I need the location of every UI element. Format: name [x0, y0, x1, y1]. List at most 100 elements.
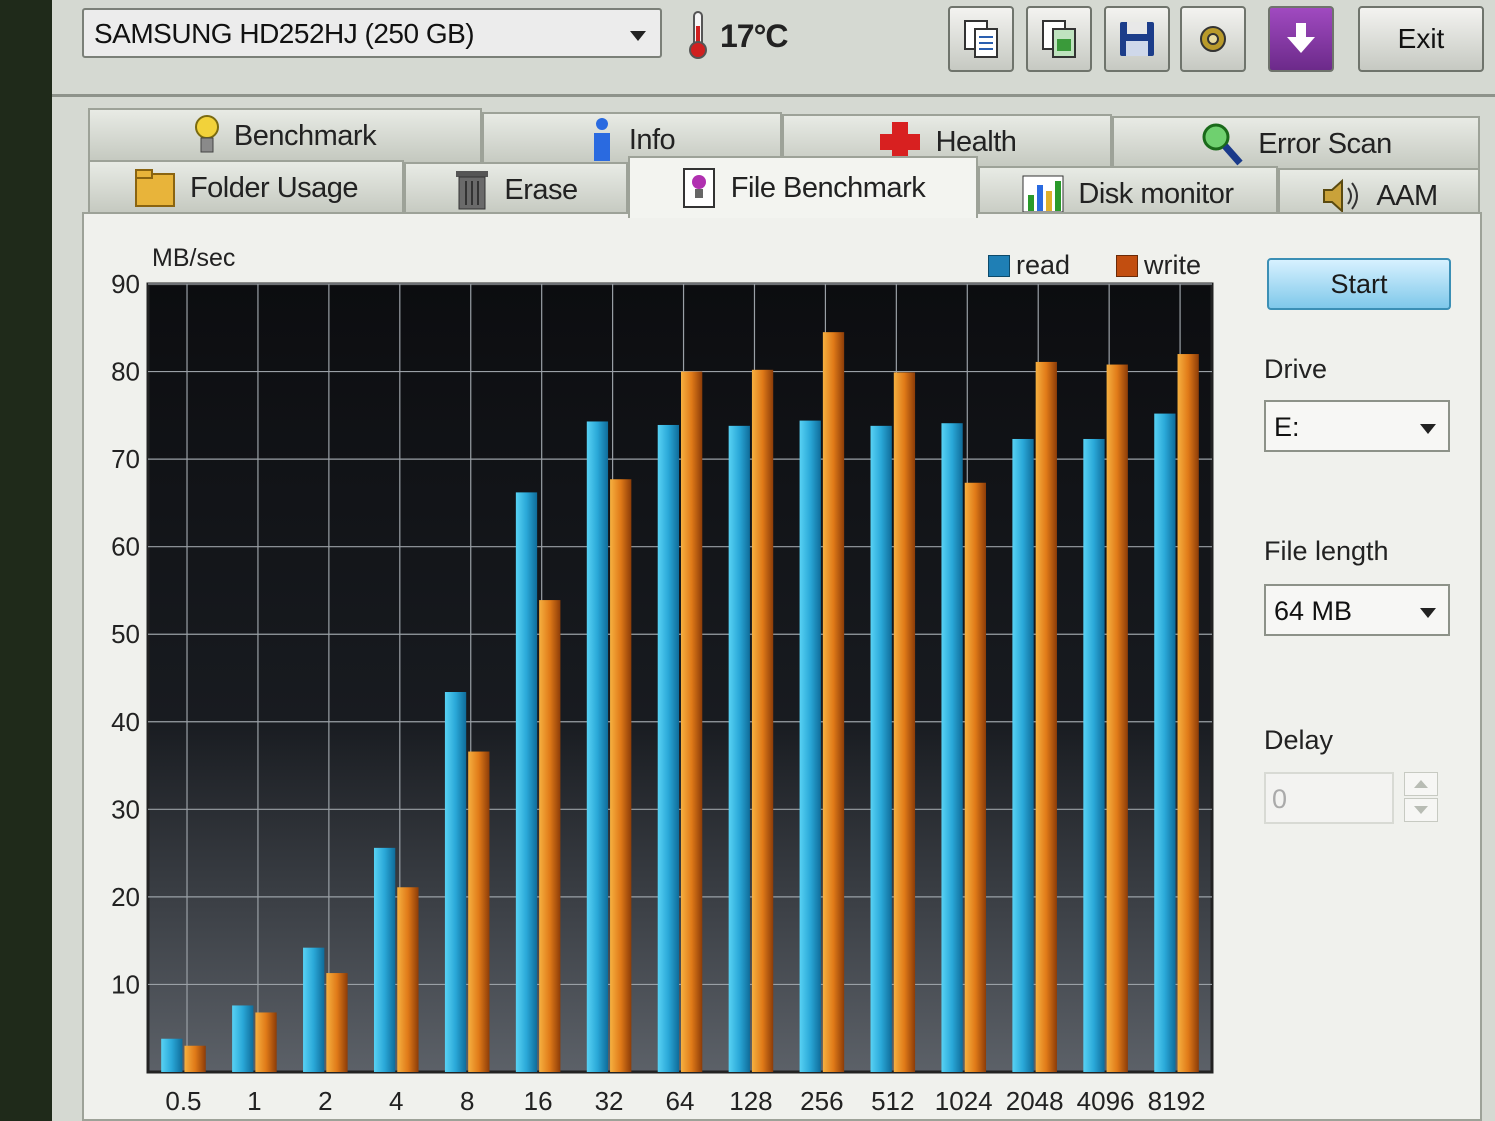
delay-decrement-button[interactable] — [1404, 798, 1438, 822]
y-tick-label: 20 — [111, 882, 140, 912]
speaker-icon — [1320, 177, 1362, 215]
toolbar-divider — [52, 94, 1495, 97]
file-length-label: File length — [1264, 536, 1389, 566]
chevron-down-icon — [1414, 806, 1428, 814]
x-tick-label: 4096 — [1077, 1086, 1135, 1116]
x-tick-label: 512 — [871, 1086, 914, 1116]
copy-text-button[interactable] — [948, 6, 1014, 72]
x-tick-label: 4 — [389, 1086, 403, 1116]
copy-screenshot-button[interactable] — [1026, 6, 1092, 72]
tab-label: Error Scan — [1258, 127, 1392, 160]
bar-read — [161, 1038, 183, 1072]
download-button[interactable] — [1268, 6, 1334, 72]
arrow-down-icon — [1287, 23, 1315, 53]
chevron-down-icon — [630, 31, 646, 41]
x-tick-label: 128 — [729, 1086, 772, 1116]
y-tick-label: 90 — [111, 269, 140, 299]
bar-read — [1012, 438, 1034, 1072]
bar-read — [941, 423, 963, 1072]
bar-read — [799, 420, 821, 1072]
bar-chart-icon — [1022, 175, 1064, 213]
x-tick-label: 8192 — [1148, 1086, 1206, 1116]
drive-label: Drive — [1264, 354, 1328, 384]
tab-erase[interactable]: Erase — [404, 162, 628, 216]
bar-write — [539, 600, 561, 1072]
benchmark-chart: 10 20 30 40 50 60 70 80 90 0.5 1 2 4 8 16 32 64 128 256 512… — [111, 269, 1214, 1116]
tab-benchmark[interactable]: Benchmark — [88, 108, 482, 162]
thermometer-icon — [684, 10, 712, 65]
y-tick-label: 40 — [111, 707, 140, 737]
chevron-up-icon — [1414, 780, 1428, 788]
bar-read — [728, 425, 750, 1073]
temperature-readout: 17°C — [720, 18, 788, 54]
chevron-down-icon — [1420, 608, 1436, 618]
app-window: SAMSUNG HD252HJ (250 GB) 17°C Exit Bench… — [52, 0, 1495, 1121]
x-tick-label: 2 — [318, 1086, 332, 1116]
y-tick-label: 10 — [111, 969, 140, 999]
bar-read — [232, 1005, 254, 1072]
exit-button[interactable]: Exit — [1358, 6, 1484, 72]
x-tick-label: 64 — [666, 1086, 695, 1116]
x-tick-label: 2048 — [1006, 1086, 1064, 1116]
start-button[interactable]: Start — [1267, 258, 1451, 310]
bar-write — [1177, 354, 1199, 1072]
tab-error-scan[interactable]: Error Scan — [1112, 116, 1480, 170]
x-tick-label: 16 — [524, 1086, 553, 1116]
file-length-combo[interactable]: 64 MB — [1264, 584, 1450, 636]
bar-read — [1083, 438, 1105, 1072]
info-icon — [589, 117, 615, 163]
bar-read — [657, 424, 679, 1072]
x-tick-label: 1 — [247, 1086, 261, 1116]
options-button[interactable] — [1180, 6, 1246, 72]
x-tick-label: 256 — [800, 1086, 843, 1116]
magnifier-icon — [1200, 121, 1244, 167]
tab-folder-usage[interactable]: Folder Usage — [88, 160, 404, 214]
bar-write — [1035, 361, 1057, 1072]
bar-write — [893, 372, 916, 1072]
drive-select-value: SAMSUNG HD252HJ (250 GB) — [94, 18, 475, 49]
delay-label: Delay — [1264, 725, 1334, 755]
x-tick-label: 32 — [595, 1086, 624, 1116]
tab-label: Disk monitor — [1078, 177, 1234, 210]
tab-label: Erase — [504, 173, 578, 206]
bar-write — [751, 369, 774, 1072]
drive-select[interactable]: SAMSUNG HD252HJ (250 GB) — [82, 8, 662, 58]
copy-screenshot-icon — [1042, 20, 1076, 58]
bar-read — [303, 947, 325, 1072]
bar-write — [1106, 364, 1128, 1072]
tab-label: Benchmark — [233, 119, 377, 152]
wrench-icon — [1200, 26, 1226, 52]
save-button[interactable] — [1104, 6, 1170, 72]
delay-input[interactable]: 0 — [1264, 772, 1394, 824]
y-tick-label: 70 — [111, 444, 140, 474]
x-tick-label: 1024 — [935, 1086, 993, 1116]
bar-write — [326, 973, 348, 1072]
folder-icon — [134, 168, 176, 208]
tab-label: Info — [628, 123, 676, 156]
bar-read — [515, 492, 538, 1073]
bar-write — [681, 371, 703, 1072]
bar-write — [468, 751, 490, 1072]
drive-combo[interactable]: E: — [1264, 400, 1450, 452]
tab-label: Folder Usage — [189, 171, 359, 204]
bar-write — [964, 482, 987, 1072]
bar-read — [586, 421, 609, 1072]
bar-write — [184, 1045, 206, 1072]
bar-write — [255, 1012, 277, 1072]
drive-combo-value: E: — [1274, 412, 1300, 442]
file-benchmark-icon — [681, 166, 717, 210]
tab-label: AAM — [1376, 179, 1438, 212]
floppy-disk-icon — [1120, 22, 1154, 56]
y-tick-label: 50 — [111, 619, 140, 649]
bar-write — [610, 479, 632, 1072]
delay-input-value: 0 — [1272, 784, 1288, 814]
delay-increment-button[interactable] — [1404, 772, 1438, 796]
bar-read — [870, 425, 892, 1073]
y-tick-label: 60 — [111, 532, 140, 562]
tab-label: Health — [935, 125, 1017, 158]
tab-label: File Benchmark — [730, 171, 926, 204]
x-tick-label: 0.5 — [165, 1086, 201, 1116]
bar-read — [373, 847, 396, 1072]
tab-file-benchmark[interactable]: File Benchmark — [628, 156, 978, 218]
bulb-icon — [194, 114, 220, 158]
